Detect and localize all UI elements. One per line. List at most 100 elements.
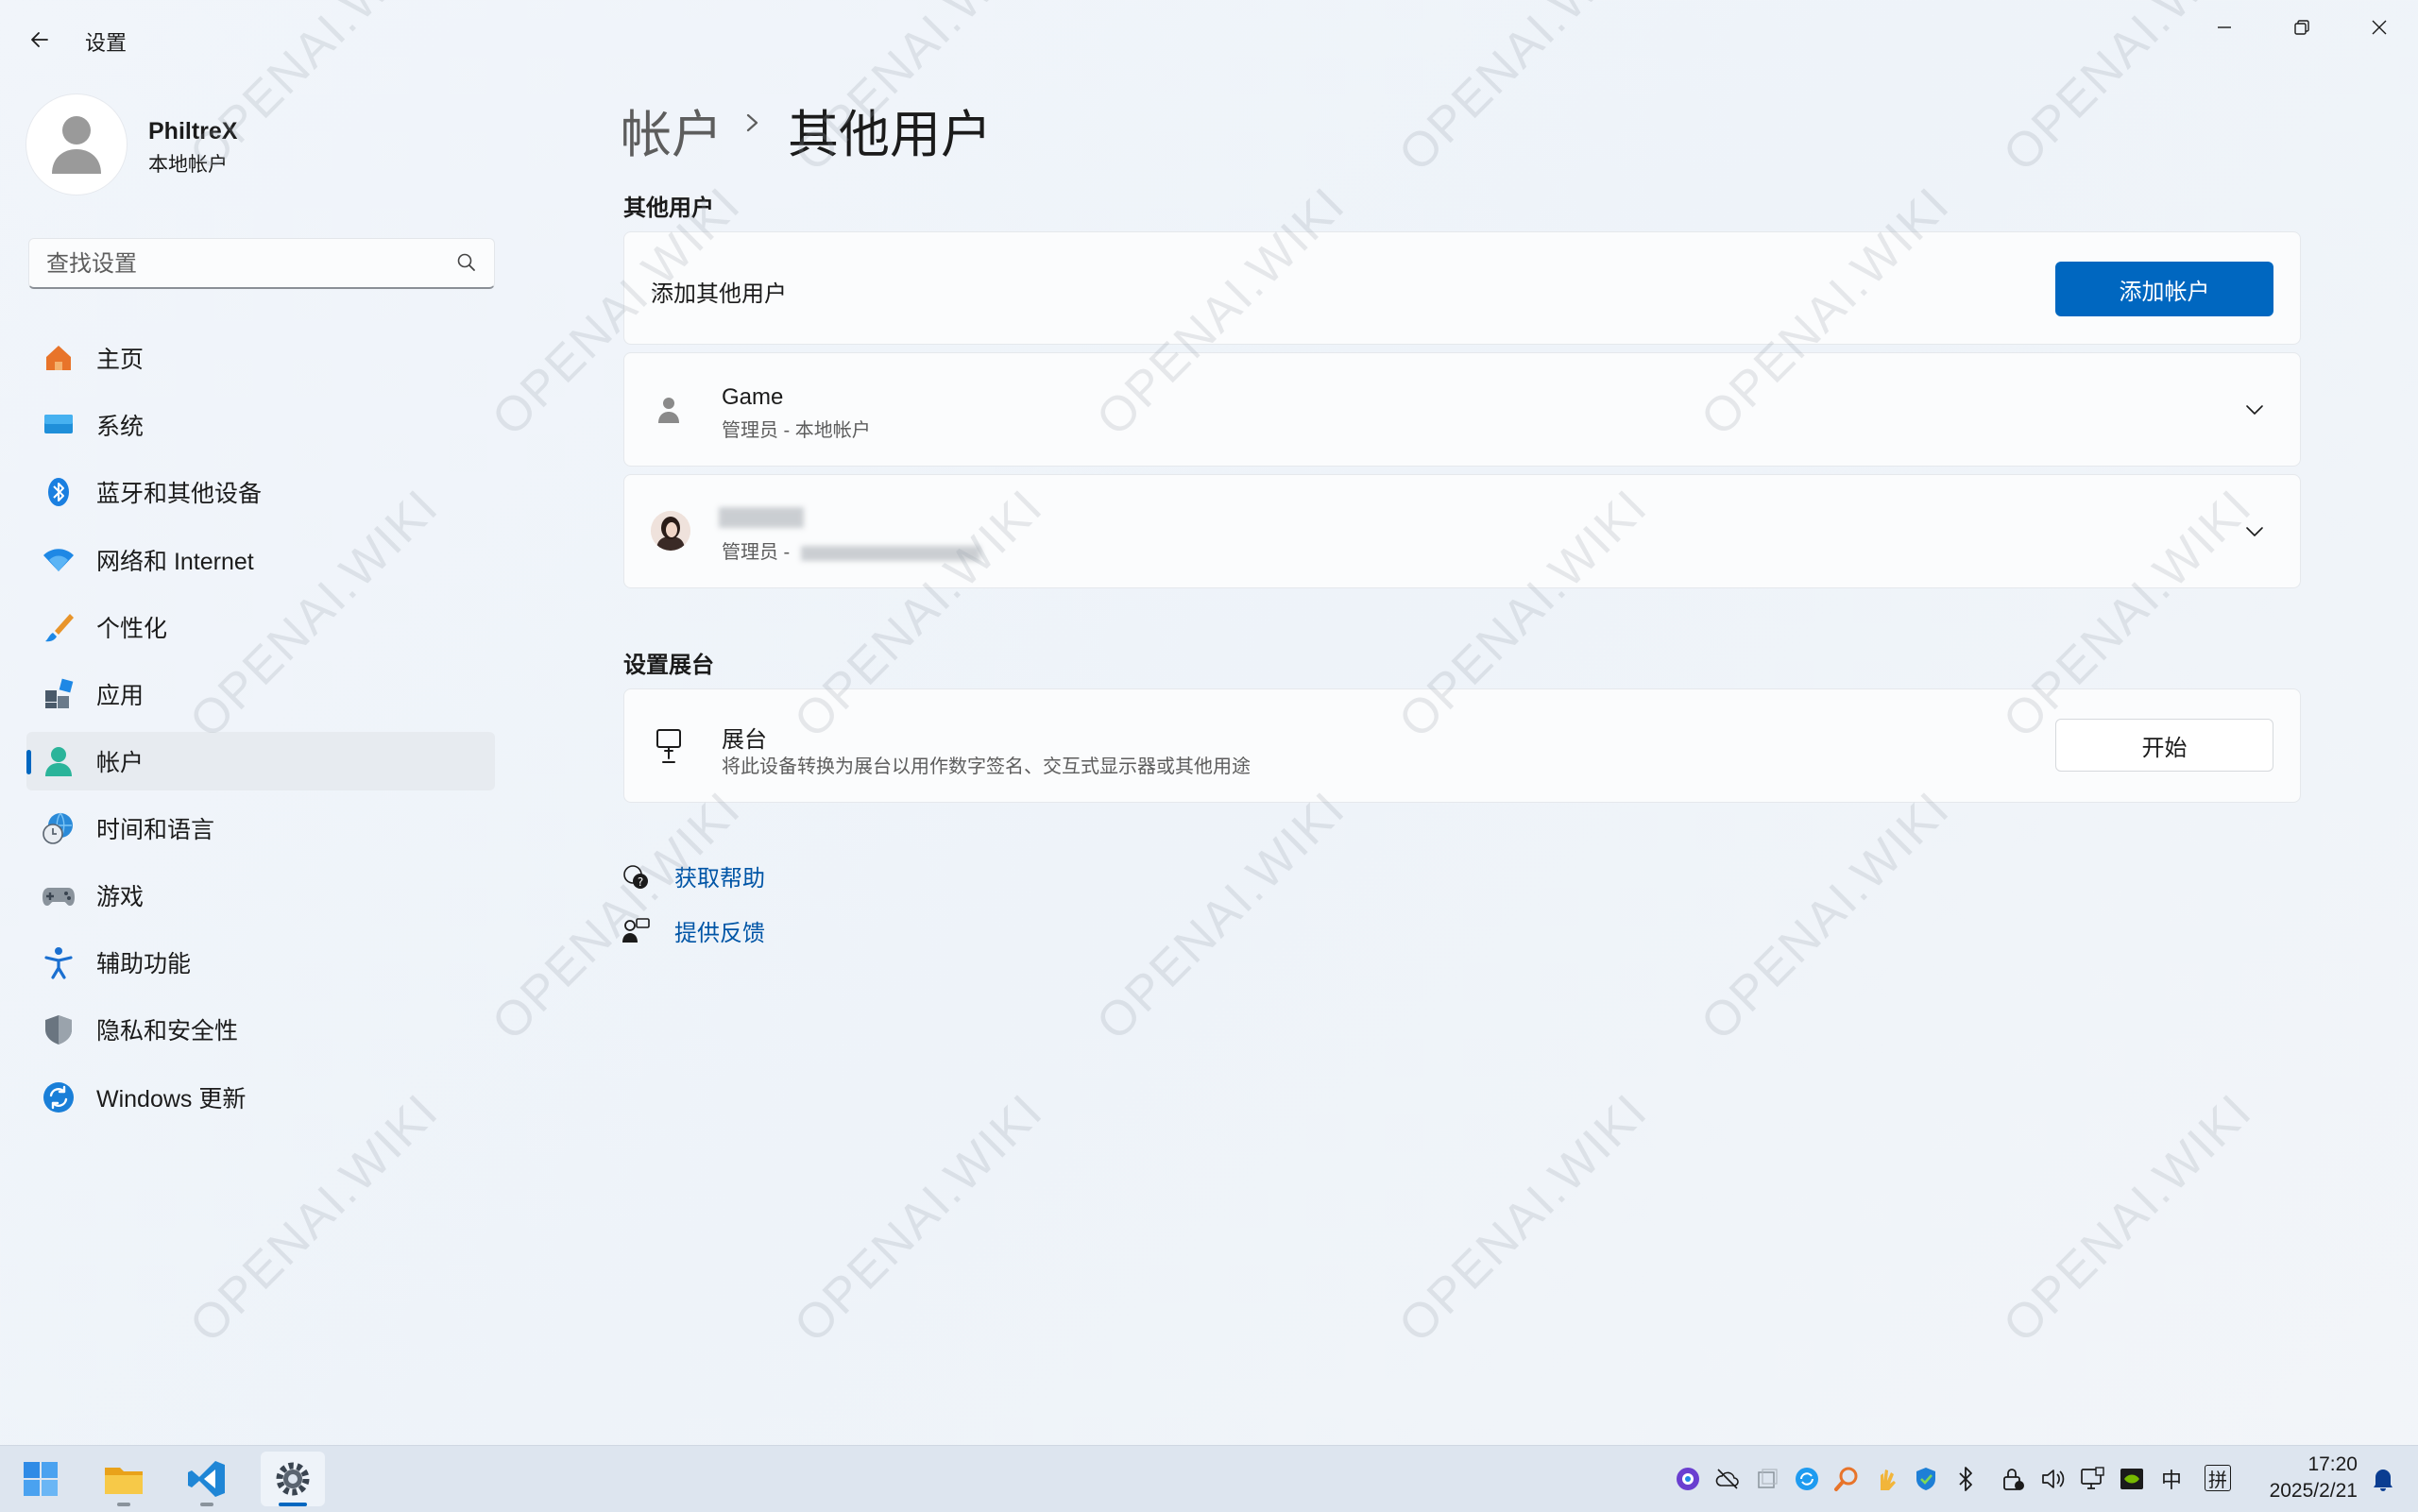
gamepad-icon <box>42 878 76 912</box>
notification-bell-icon[interactable] <box>2369 1465 2397 1493</box>
back-button[interactable] <box>21 21 59 59</box>
user-photo-avatar <box>651 511 690 551</box>
close-button[interactable] <box>2341 0 2418 55</box>
taskbar-vscode[interactable] <box>178 1452 236 1506</box>
nav-item-network[interactable]: 网络和 Internet <box>26 531 495 589</box>
taskbar-settings[interactable] <box>261 1452 325 1506</box>
nav-item-personalization[interactable]: 个性化 <box>26 598 495 656</box>
taskbar-clock[interactable]: 17:20 2025/2/21 <box>2270 1452 2358 1504</box>
person-icon <box>656 395 681 430</box>
restore-icon <box>2294 20 2309 35</box>
add-user-label: 添加其他用户 <box>651 281 787 307</box>
vscode-icon <box>188 1461 225 1497</box>
watermark: OPENAI.WIKI <box>1388 0 1659 182</box>
watermark: OPENAI.WIKI <box>1691 781 1961 1051</box>
page-title: 其他用户 <box>788 107 992 163</box>
accessibility-icon <box>42 945 76 979</box>
user-avatar[interactable] <box>26 94 127 195</box>
restore-button[interactable] <box>2263 0 2341 55</box>
feedback-link[interactable]: 提供反馈 <box>622 914 765 947</box>
section-label-kiosk: 设置展台 <box>623 653 714 678</box>
globe-clock-icon <box>42 811 76 845</box>
person-icon <box>52 116 101 174</box>
search-input[interactable] <box>44 248 445 280</box>
watermark: OPENAI.WIKI <box>1086 781 1356 1051</box>
onedrive-offline-icon[interactable] <box>1713 1465 1742 1493</box>
apps-icon <box>42 677 76 711</box>
minimize-icon <box>2218 26 2231 28</box>
nvidia-tray-icon[interactable] <box>2118 1465 2146 1493</box>
update-icon <box>42 1080 76 1114</box>
minimize-button[interactable] <box>2186 0 2263 55</box>
selection-indicator <box>26 750 31 774</box>
kiosk-card: 展台 将此设备转换为展台以用作数字签名、交互式显示器或其他用途 开始 <box>623 688 2301 803</box>
help-icon: ? <box>622 862 652 891</box>
chevron-down-icon[interactable] <box>2243 399 2266 426</box>
section-label-other-users: 其他用户 <box>623 195 714 221</box>
user-role-2: 管理员 - <box>722 536 980 564</box>
user-card-2[interactable]: 管理员 - <box>623 474 2301 588</box>
ime-language-indicator[interactable]: 中 <box>2157 1465 2186 1493</box>
account-icon <box>42 744 76 778</box>
tray-app-icon[interactable] <box>1674 1465 1702 1493</box>
window-tray-icon[interactable] <box>1753 1465 1781 1493</box>
watermark: OPENAI.WIKI <box>1388 1083 1659 1353</box>
watermark: OPENAI.WIKI <box>784 1083 1054 1353</box>
close-icon <box>2372 20 2387 35</box>
nav-item-gaming[interactable]: 游戏 <box>26 866 495 925</box>
user-name: PhiltreX <box>148 118 238 144</box>
kiosk-icon <box>655 727 683 770</box>
ime-mode-indicator[interactable]: 拼 <box>2205 1465 2231 1491</box>
nav-item-system[interactable]: 系统 <box>26 396 495 454</box>
kiosk-description: 将此设备转换为展台以用作数字签名、交互式显示器或其他用途 <box>722 756 1251 777</box>
shield-icon <box>42 1012 76 1046</box>
nav-item-home[interactable]: 主页 <box>26 329 495 387</box>
breadcrumb-parent[interactable]: 帐户 <box>621 93 723 167</box>
nav-item-windows-update[interactable]: Windows 更新 <box>26 1068 495 1127</box>
lock-tray-icon[interactable] <box>1999 1465 2027 1493</box>
user-account-type: 本地帐户 <box>148 154 228 176</box>
watermark: OPENAI.WIKI <box>1993 1083 2263 1353</box>
nav-item-accounts[interactable]: 帐户 <box>26 732 495 790</box>
brush-icon <box>42 610 76 644</box>
kiosk-start-button[interactable]: 开始 <box>2055 719 2273 772</box>
security-tray-icon[interactable] <box>1912 1465 1940 1493</box>
add-account-button[interactable]: 添加帐户 <box>2055 262 2273 316</box>
folder-icon <box>105 1468 143 1494</box>
nav-item-time-language[interactable]: 时间和语言 <box>26 799 495 858</box>
add-user-card: 添加其他用户 添加帐户 <box>623 231 2301 345</box>
taskbar: 中 拼 17:20 2025/2/21 <box>0 1445 2418 1512</box>
arrow-left-icon <box>31 32 48 47</box>
get-help-link[interactable]: ? 获取帮助 <box>622 859 765 892</box>
nav-item-apps[interactable]: 应用 <box>26 665 495 723</box>
svg-text:?: ? <box>638 875 643 889</box>
bluetooth-icon <box>42 475 76 509</box>
chevron-down-icon[interactable] <box>2243 520 2266 548</box>
start-button[interactable] <box>11 1452 70 1506</box>
bluetooth-tray-icon[interactable] <box>1951 1465 1980 1493</box>
nav-item-accessibility[interactable]: 辅助功能 <box>26 933 495 992</box>
kiosk-title: 展台 <box>722 727 767 753</box>
volume-icon[interactable] <box>2038 1465 2067 1493</box>
wifi-icon <box>42 543 76 577</box>
user-role-game: 管理员 - 本地帐户 <box>722 420 871 441</box>
chevron-right-icon <box>739 104 767 146</box>
taskbar-file-explorer[interactable] <box>94 1452 153 1506</box>
network-tray-icon[interactable] <box>2078 1465 2106 1493</box>
home-icon <box>42 341 76 375</box>
search-icon[interactable] <box>456 252 477 278</box>
user-card-game[interactable]: Game 管理员 - 本地帐户 <box>623 352 2301 467</box>
nav-item-bluetooth[interactable]: 蓝牙和其他设备 <box>26 463 495 521</box>
search-box[interactable] <box>28 238 495 289</box>
clock-date: 2025/2/21 <box>2269 1480 2358 1502</box>
nav-item-privacy[interactable]: 隐私和安全性 <box>26 1000 495 1059</box>
hand-tray-icon[interactable] <box>1872 1465 1900 1493</box>
user-name-blurred <box>719 507 804 528</box>
clock-time: 17:20 <box>2307 1453 2358 1475</box>
gear-icon <box>276 1462 310 1496</box>
search-tool-tray-icon[interactable] <box>1832 1465 1861 1493</box>
windows-logo-icon <box>24 1462 58 1496</box>
monitor-icon <box>42 408 76 442</box>
sync-tray-icon[interactable] <box>1793 1465 1821 1493</box>
user-name-game: Game <box>722 384 784 410</box>
